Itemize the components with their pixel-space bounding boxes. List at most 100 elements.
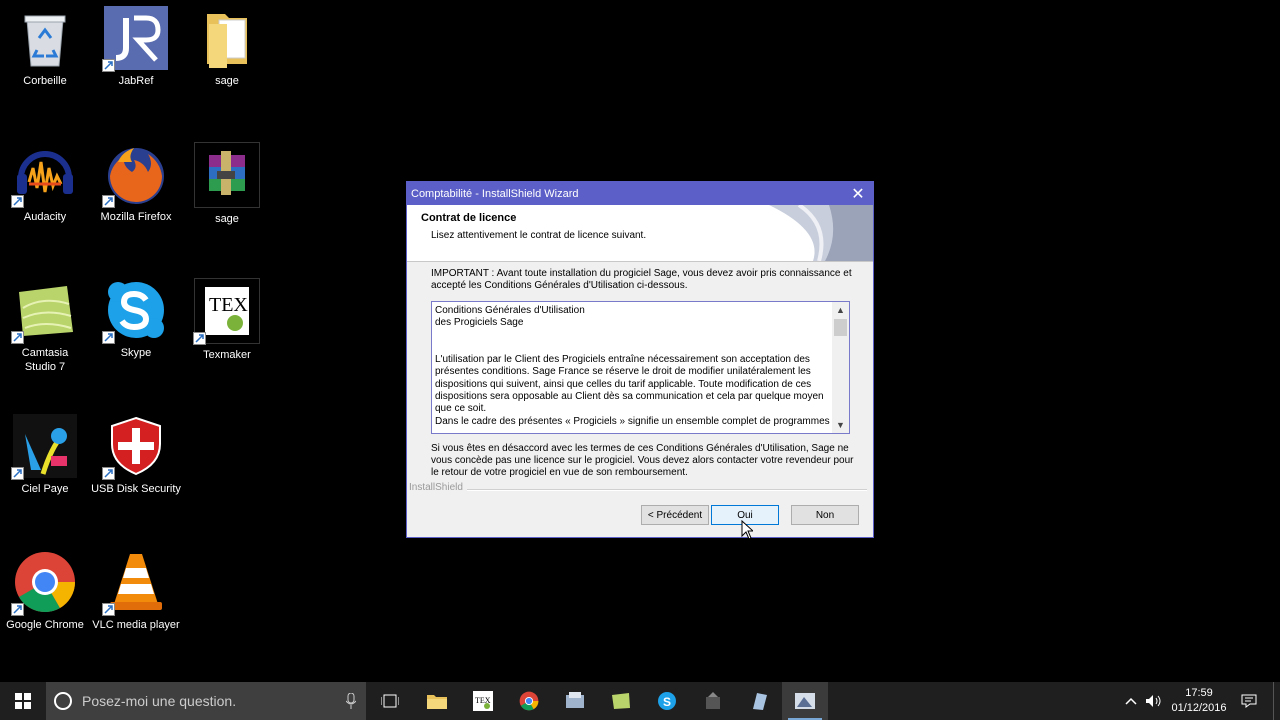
desktop-icon-usb-disk-security[interactable]: USB Disk Security xyxy=(91,408,181,518)
cortana-search[interactable] xyxy=(46,682,366,720)
taskbar-installer[interactable] xyxy=(552,682,598,720)
firefox-icon xyxy=(102,142,168,208)
show-desktop-button[interactable] xyxy=(1273,682,1280,720)
taskbar-texmaker[interactable]: TEX xyxy=(460,682,506,720)
disagree-notice: Si vous êtes en désaccord avec les terme… xyxy=(431,443,854,478)
desktop-icon-label: JabRef xyxy=(118,75,154,87)
notification-icon xyxy=(1241,694,1257,708)
app-icon xyxy=(753,693,767,710)
taskbar-installshield-active[interactable] xyxy=(782,682,828,720)
chevron-up-icon xyxy=(1125,697,1137,705)
jabref-icon xyxy=(102,6,168,72)
audacity-icon xyxy=(11,142,77,208)
taskbar-file-explorer[interactable] xyxy=(414,682,460,720)
camtasia-icon xyxy=(11,278,77,344)
desktop-icon-ciel-paye[interactable]: Ciel Paye xyxy=(0,408,90,518)
texmaker-icon: TEX xyxy=(473,691,493,711)
desktop-icon-sage-archive[interactable]: sage xyxy=(182,136,272,246)
clock-time: 17:59 xyxy=(1185,687,1213,699)
desktop-icon-label: Ciel Paye xyxy=(21,483,69,495)
shortcut-arrow-icon xyxy=(102,59,115,72)
search-input[interactable] xyxy=(80,692,334,710)
clock[interactable]: 17:59 01/12/2016 xyxy=(1164,686,1234,716)
desktop-icon-texmaker[interactable]: TEX Texmaker xyxy=(182,272,272,382)
app-icon xyxy=(706,692,720,709)
scroll-up-icon[interactable]: ▲ xyxy=(832,302,849,318)
shortcut-arrow-icon xyxy=(11,195,24,208)
desktop-icon-vlc[interactable]: VLC media player xyxy=(91,544,181,654)
shortcut-arrow-icon xyxy=(102,331,115,344)
scrollbar-thumb[interactable] xyxy=(834,319,847,336)
installshield-dialog: Comptabilité - InstallShield Wizard ✕ Co… xyxy=(406,181,874,538)
license-scrollbar[interactable]: ▲ ▼ xyxy=(832,302,849,433)
desktop-icon-label: USB Disk Security xyxy=(91,483,181,495)
dialog-titlebar[interactable]: Comptabilité - InstallShield Wizard ✕ xyxy=(407,182,873,205)
license-textbox[interactable]: Conditions Générales d'Utilisation des P… xyxy=(431,301,850,434)
volume-button[interactable] xyxy=(1142,682,1164,720)
shortcut-arrow-icon xyxy=(102,467,115,480)
license-text: Conditions Générales d'Utilisation des P… xyxy=(435,305,830,427)
svg-text:S: S xyxy=(663,695,671,709)
back-button[interactable]: < Précédent xyxy=(641,505,709,525)
microphone-icon[interactable] xyxy=(346,693,356,709)
installshield-brand: InstallShield xyxy=(409,482,463,493)
brand-divider xyxy=(467,489,867,491)
desktop-icon-skype[interactable]: Skype xyxy=(91,272,181,382)
close-icon[interactable]: ✕ xyxy=(843,182,873,205)
installshield-icon xyxy=(795,693,815,709)
task-view-button[interactable] xyxy=(367,682,413,720)
action-center-button[interactable] xyxy=(1236,682,1262,720)
desktop-icon-firefox[interactable]: Mozilla Firefox xyxy=(91,136,181,246)
recycle-bin-icon xyxy=(13,6,77,70)
desktop-icon-label: Skype xyxy=(120,347,152,359)
start-button[interactable] xyxy=(0,682,46,720)
desktop-icon-label: Google Chrome xyxy=(6,619,84,631)
desktop-icon-label: Mozilla Firefox xyxy=(100,211,172,223)
shield-icon xyxy=(102,414,168,480)
desktop-icon-label: Audacity xyxy=(23,211,67,223)
speaker-icon xyxy=(1146,695,1161,707)
texmaker-icon: TEX xyxy=(193,278,260,345)
tray-overflow-button[interactable] xyxy=(1120,682,1142,720)
dialog-header: Contrat de licence Lisez attentivement l… xyxy=(407,205,873,262)
desktop-icon-label: Texmaker xyxy=(203,349,251,361)
clock-date: 01/12/2016 xyxy=(1171,702,1227,714)
task-view-icon xyxy=(381,694,399,708)
scroll-down-icon[interactable]: ▼ xyxy=(832,417,849,433)
desktop-icon-label: VLC media player xyxy=(92,619,180,631)
folder-icon xyxy=(195,6,259,70)
ciel-paye-icon xyxy=(11,414,77,480)
license-intro: IMPORTANT : Avant toute installation du … xyxy=(431,268,852,291)
desktop-icon-sage-folder[interactable]: sage xyxy=(182,0,272,110)
chrome-icon xyxy=(11,550,77,616)
no-button[interactable]: Non xyxy=(791,505,859,525)
desktop-icon-audacity[interactable]: Audacity xyxy=(0,136,90,246)
desktop-icon-label: Corbeille xyxy=(23,75,67,87)
skype-icon xyxy=(102,278,168,344)
desktop-icon-label: Camtasia Studio 7 xyxy=(21,347,69,373)
taskbar-chrome[interactable] xyxy=(506,682,552,720)
desktop-icon-jabref[interactable]: JabRef xyxy=(91,0,181,110)
shortcut-arrow-icon xyxy=(11,603,24,616)
chrome-icon xyxy=(519,691,539,711)
desktop-icon-label: sage xyxy=(215,75,239,87)
desktop-icon-google-chrome[interactable]: Google Chrome xyxy=(0,544,90,654)
dialog-subheading: Lisez attentivement le contrat de licenc… xyxy=(431,230,647,241)
shortcut-arrow-icon xyxy=(102,603,115,616)
installshield-header-art-icon xyxy=(769,205,873,261)
shortcut-arrow-icon xyxy=(11,467,24,480)
desktop-icon-camtasia[interactable]: Camtasia Studio 7 xyxy=(0,272,90,382)
dialog-title: Comptabilité - InstallShield Wizard xyxy=(411,187,579,200)
taskbar-camtasia[interactable] xyxy=(598,682,644,720)
taskbar-app-dark[interactable] xyxy=(690,682,736,720)
shortcut-arrow-icon xyxy=(193,332,206,345)
desktop-icon-label: sage xyxy=(215,213,239,225)
cortana-icon xyxy=(54,692,72,710)
taskbar-skype[interactable]: S xyxy=(644,682,690,720)
shortcut-arrow-icon xyxy=(102,195,115,208)
vlc-cone-icon xyxy=(102,550,168,616)
taskbar: TEX S 17:59 01/12/2016 xyxy=(0,682,1280,720)
camtasia-icon xyxy=(612,693,630,709)
taskbar-app-light[interactable] xyxy=(736,682,782,720)
desktop-icon-recycle-bin[interactable]: Corbeille xyxy=(0,0,90,110)
